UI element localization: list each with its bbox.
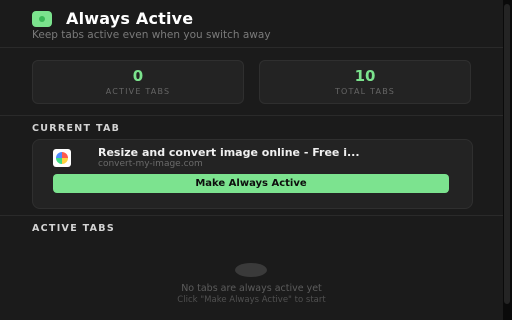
site-favicon-icon xyxy=(53,149,71,167)
empty-state-icon xyxy=(235,263,267,277)
app-logo-icon xyxy=(32,11,52,27)
current-tab-card: Resize and convert image online - Free i… xyxy=(32,139,473,209)
extension-popup: Always Active Keep tabs active even when… xyxy=(0,0,503,320)
active-tabs-stat: 0 ACTIVE TABS xyxy=(32,60,244,104)
app-subtitle: Keep tabs active even when you switch aw… xyxy=(32,29,271,41)
empty-state-title: No tabs are always active yet xyxy=(181,283,322,294)
stats-divider xyxy=(0,115,503,116)
empty-state-hint: Click "Make Always Active" to start xyxy=(177,295,326,305)
current-tab-heading: CURRENT TAB xyxy=(32,123,121,134)
active-tabs-heading: ACTIVE TABS xyxy=(32,223,115,234)
total-tabs-label: TOTAL TABS xyxy=(334,87,396,96)
scrollbar[interactable] xyxy=(503,0,512,320)
active-tabs-label: ACTIVE TABS xyxy=(105,87,171,96)
current-tab-divider xyxy=(0,215,503,216)
total-tabs-count: 10 xyxy=(354,67,376,85)
header-divider xyxy=(0,47,503,48)
make-always-active-button[interactable]: Make Always Active xyxy=(53,174,449,193)
current-tab-url: convert-my-image.com xyxy=(98,159,203,169)
active-tabs-count: 0 xyxy=(132,67,144,85)
scrollbar-thumb[interactable] xyxy=(504,4,510,304)
total-tabs-stat: 10 TOTAL TABS xyxy=(259,60,471,104)
app-title: Always Active xyxy=(66,9,194,28)
current-tab-title: Resize and convert image online - Free i… xyxy=(98,146,360,159)
